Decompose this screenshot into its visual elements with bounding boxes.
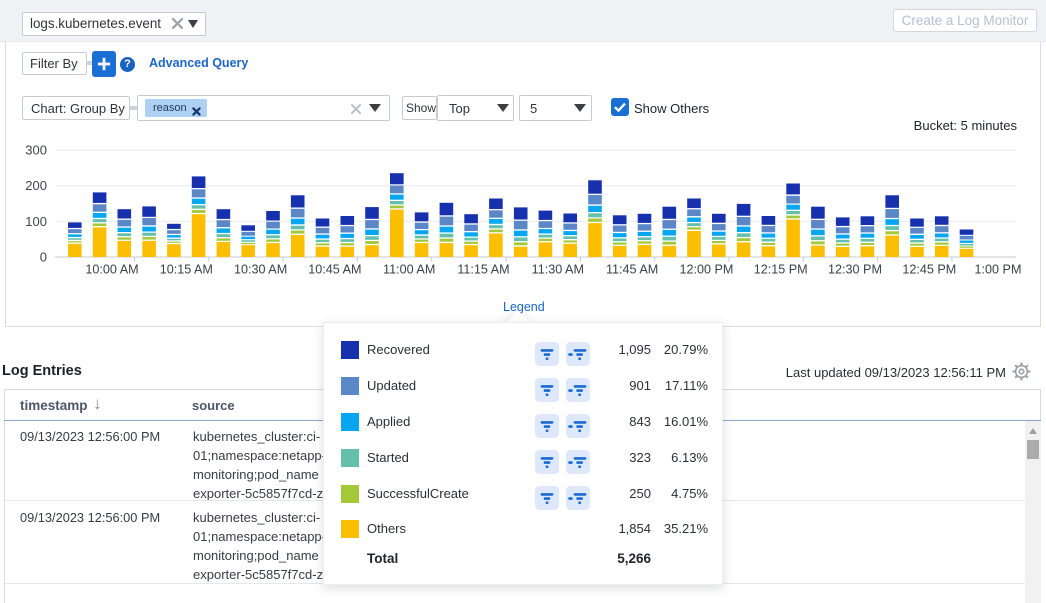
svg-text:200: 200 — [25, 178, 47, 193]
svg-text:11:00 AM: 11:00 AM — [383, 263, 435, 277]
svg-text:12:15 PM: 12:15 PM — [754, 263, 808, 277]
svg-text:11:30 AM: 11:30 AM — [532, 263, 584, 277]
svg-text:12:45 PM: 12:45 PM — [902, 263, 956, 277]
svg-text:11:45 AM: 11:45 AM — [606, 263, 658, 277]
svg-text:300: 300 — [25, 143, 47, 158]
svg-text:11:15 AM: 11:15 AM — [457, 263, 509, 277]
svg-text:10:30 AM: 10:30 AM — [234, 263, 287, 277]
svg-text:12:00 PM: 12:00 PM — [679, 263, 733, 277]
svg-text:10:00 AM: 10:00 AM — [85, 263, 138, 277]
svg-text:10:15 AM: 10:15 AM — [160, 263, 213, 277]
svg-text:1:00 PM: 1:00 PM — [975, 263, 1022, 277]
svg-text:12:30 PM: 12:30 PM — [828, 263, 882, 277]
svg-text:0: 0 — [40, 250, 47, 265]
svg-text:10:45 AM: 10:45 AM — [308, 263, 361, 277]
svg-text:100: 100 — [25, 214, 47, 229]
